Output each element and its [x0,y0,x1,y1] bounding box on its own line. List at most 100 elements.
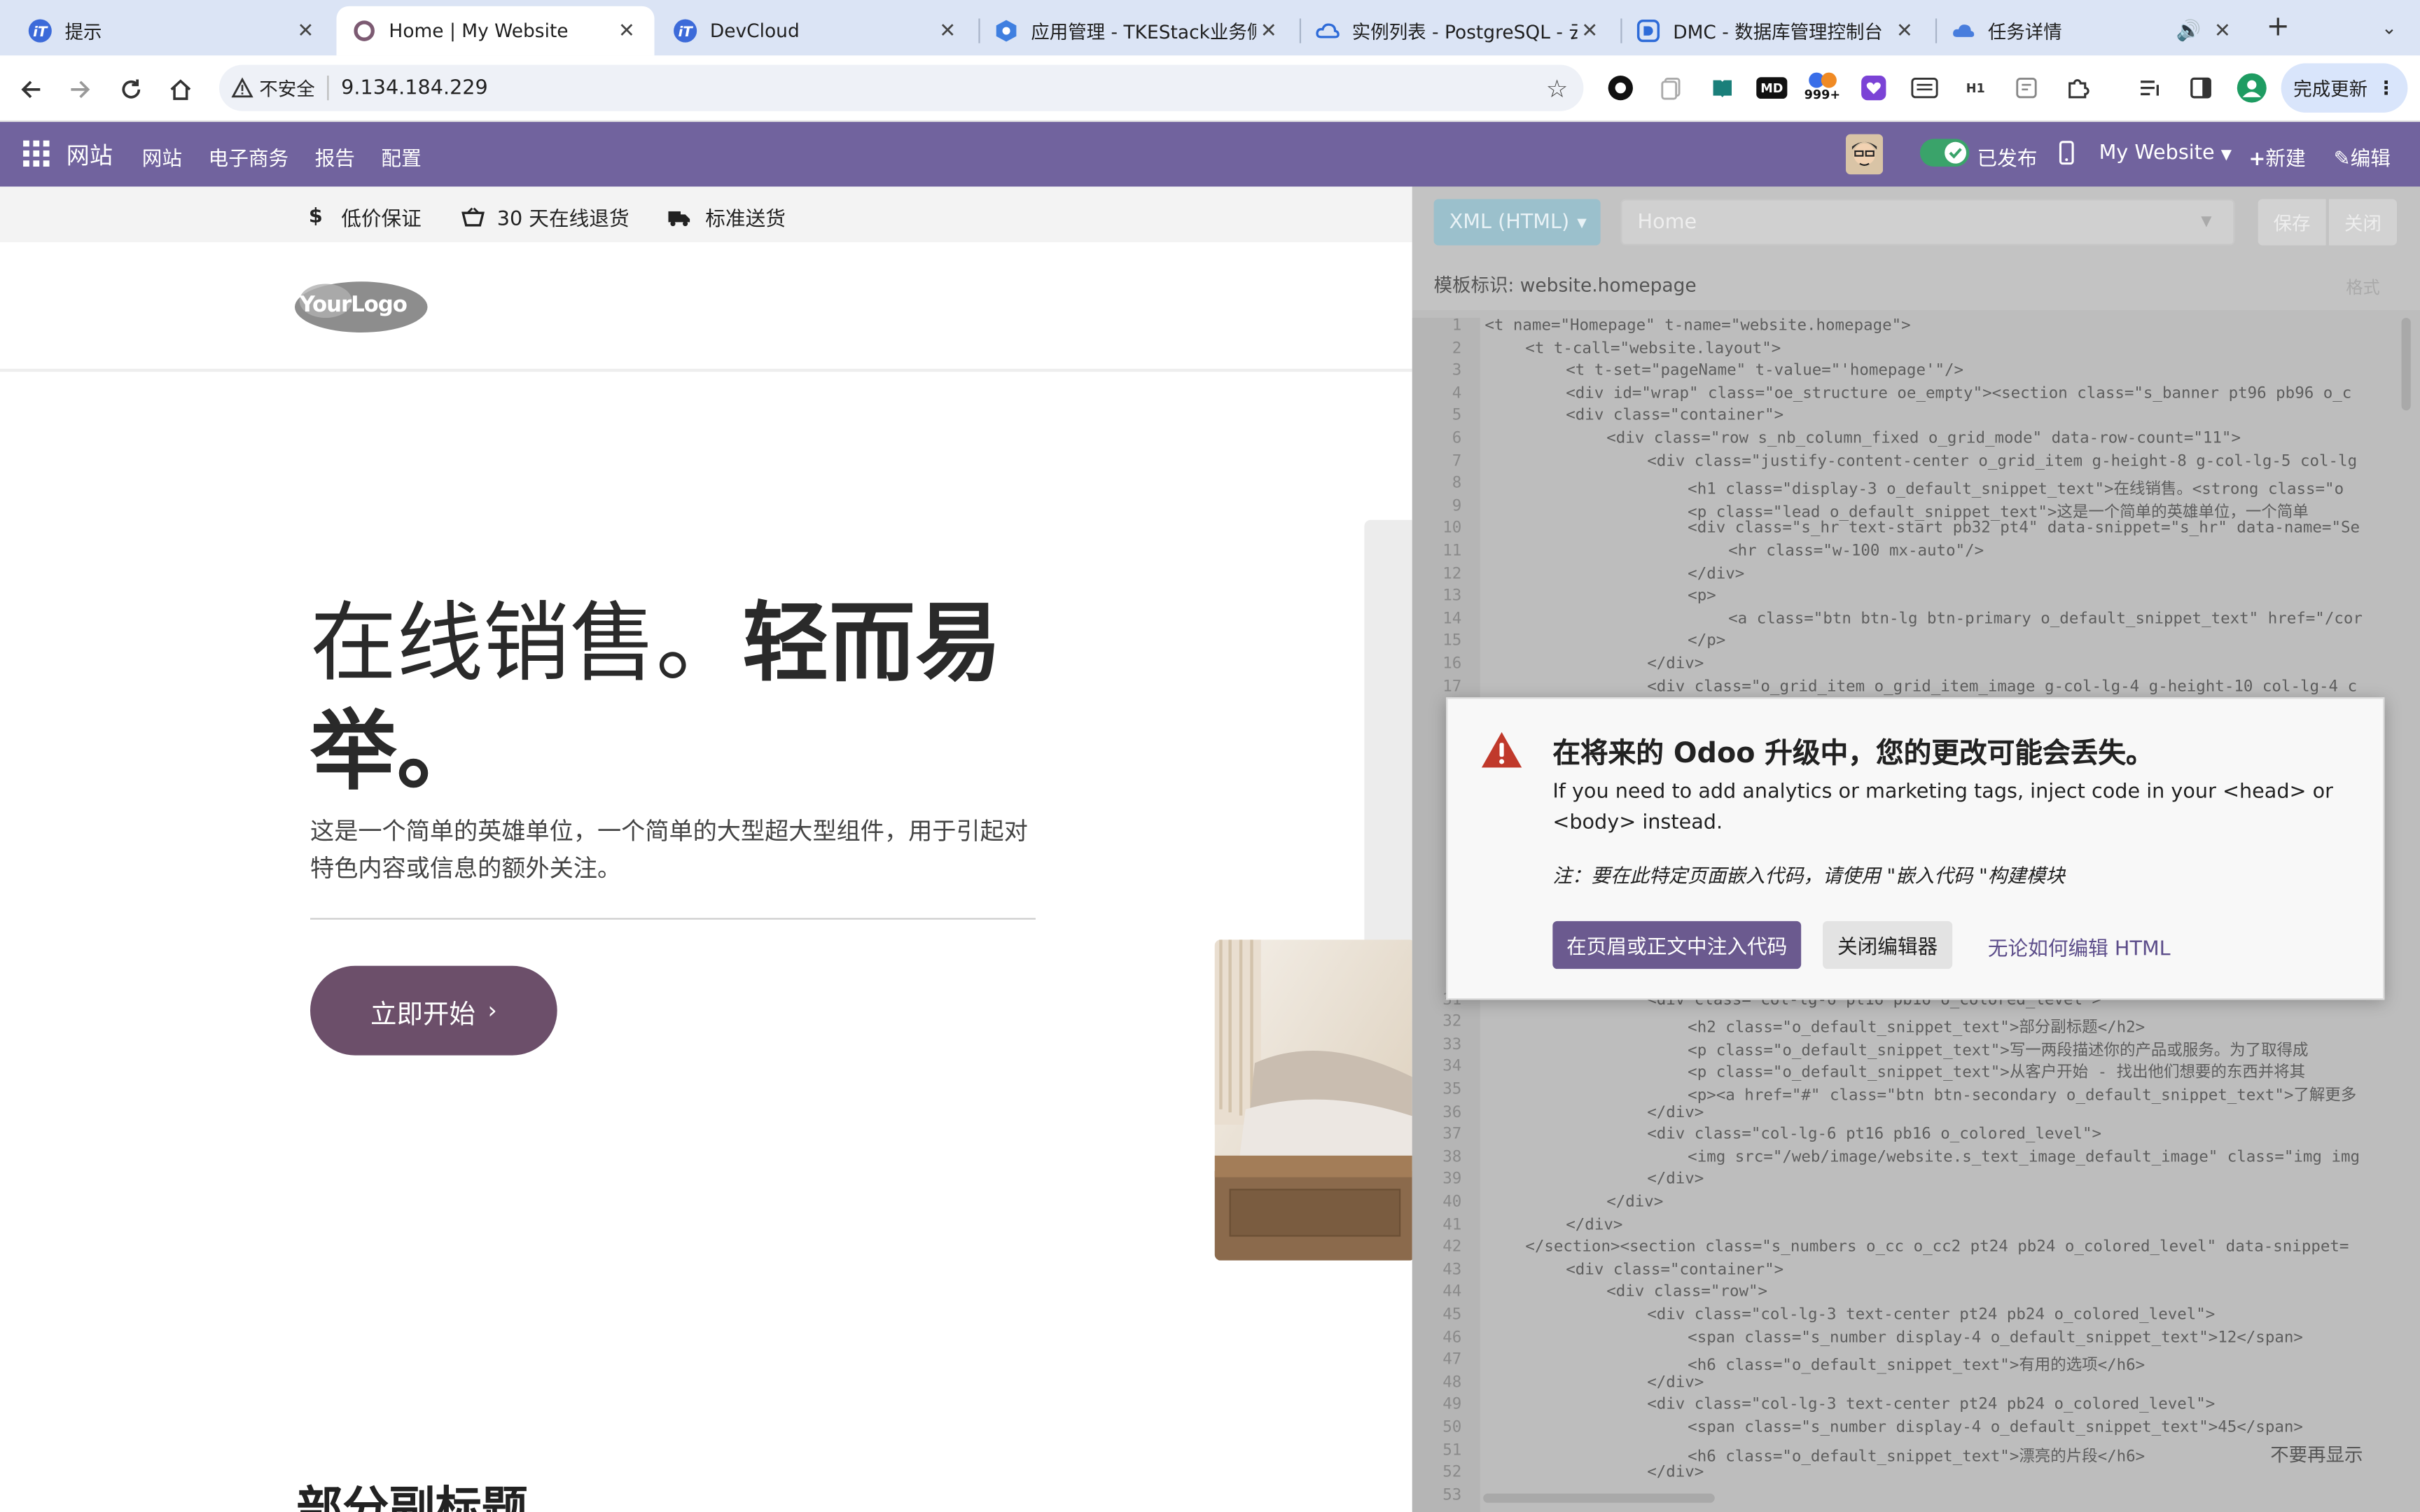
code-line[interactable]: <h6 class="o_default_snippet_text">漂亮的片段… [1688,1442,2145,1465]
code-line[interactable]: <p class="lead o_default_snippet_text">这… [1688,498,2308,521]
code-line[interactable]: <div class="col-lg-6 pt16 pb16 o_colored… [1647,1126,2101,1149]
code-line[interactable]: <p class="o_default_snippet_text">从客户开始 … [1688,1059,2305,1082]
warning-triangle-icon[interactable] [231,77,253,99]
tab-search-chevron-icon[interactable]: ⌄ [2374,13,2405,43]
code-line[interactable]: <div class="row"> [1606,1284,1767,1306]
extension-copy-icon[interactable] [1656,73,1687,104]
code-line[interactable]: <div class="row s_nb_column_fixed o_grid… [1606,430,2241,453]
format-button[interactable]: 格式 [2346,274,2379,299]
close-tab-icon[interactable]: ✕ [1892,20,1917,43]
code-line[interactable]: <span class="s_number display-4 o_defaul… [1688,1329,2303,1352]
code-line[interactable]: </div> [1647,1374,1704,1396]
home-icon[interactable] [162,71,199,108]
edit-html-anyway-link[interactable]: 无论如何编辑 HTML [1988,932,2171,961]
code-line[interactable]: </div> [1647,1464,1704,1487]
speaker-icon[interactable]: 🔊 [2176,20,2202,43]
tab-devcloud[interactable]: iT DevCloud ✕ [658,6,975,56]
code-line[interactable]: <h6 class="o_default_snippet_text">有用的选项… [1688,1352,2145,1375]
horizontal-scrollbar[interactable] [1480,1490,2402,1506]
reading-list-icon[interactable] [2134,73,2165,104]
extension-badge-icon[interactable]: 999+ [1802,72,1842,104]
tab-dmc[interactable]: DMC - 数据库管理控制台 ✕ [1620,6,1932,56]
tab-tkestack[interactable]: 应用管理 - TKEStack业务侧 ✕ [978,6,1296,56]
code-line[interactable]: <h2 class="o_default_snippet_text">部分副标题… [1688,1014,2145,1037]
reload-icon[interactable] [113,71,150,108]
code-line[interactable]: </div> [1647,656,1704,678]
tab-home-my-website[interactable]: Home | My Website ✕ [336,6,655,56]
close-tab-icon[interactable]: ✕ [293,20,318,43]
profile-avatar-icon[interactable] [2237,73,2267,104]
published-label[interactable]: 已发布 [1977,142,2037,172]
code-line[interactable]: <h1 class="display-3 o_default_snippet_t… [1688,475,2344,498]
new-tab-plus-icon[interactable]: + [2262,12,2293,43]
get-started-button[interactable]: 立即开始 › [310,965,557,1056]
inject-code-button[interactable]: 在页眉或正文中注入代码 [1552,920,1802,969]
vertical-scrollbar[interactable] [2398,318,2414,1506]
address-bar[interactable]: 不安全 9.134.184.229 ☆ [218,64,1584,111]
close-tab-icon[interactable]: ✕ [1256,20,1281,43]
close-button[interactable]: 关闭 [2328,199,2397,246]
code-line[interactable]: <p><a href="#" class="btn btn-secondary … [1688,1082,2356,1105]
extension-doc-icon[interactable] [2011,73,2042,104]
page-select[interactable]: Home ▼ [1620,199,2235,246]
close-tab-icon[interactable]: ✕ [614,20,639,43]
save-button[interactable]: 保存 [2258,199,2326,246]
logo[interactable]: YourLogo [294,281,429,333]
side-panel-icon[interactable] [2185,73,2216,104]
app-name[interactable]: 网站 [67,139,113,171]
code-line[interactable]: <a class="btn btn-lg btn-primary o_defau… [1728,610,2363,633]
code-line[interactable]: </div> [1566,1217,1622,1239]
close-tab-icon[interactable]: ✕ [1578,20,1602,43]
code-line[interactable]: <div class="col-lg-3 text-center pt24 pb… [1647,1307,2215,1329]
mobile-preview-icon[interactable] [2059,141,2074,172]
code-line[interactable]: </div> [1688,566,1744,588]
more-menu-icon[interactable]: ⋮ [2377,77,2395,99]
close-tab-icon[interactable]: ✕ [936,20,960,43]
code-line[interactable]: <t t-set="pageName" t-value="'homepage'"… [1566,363,1963,385]
avatar[interactable] [1846,134,1884,175]
code-line[interactable]: </div> [1647,1104,1704,1126]
tab-tips[interactable]: iT 提示 ✕ [13,6,333,56]
code-line[interactable]: <div class="s_hr text-start pb32 pt4" da… [1688,521,2360,543]
code-line[interactable]: <p class="o_default_snippet_text">写一两段描述… [1688,1036,2308,1059]
forward-icon[interactable] [62,71,99,108]
code-line[interactable]: <t t-call="website.layout"> [1525,340,1781,363]
scroll-thumb[interactable] [2401,318,2411,411]
menu-configuration[interactable]: 配置 [381,142,421,172]
code-line[interactable]: </div> [1606,1194,1663,1217]
extension-heart-icon[interactable] [1858,73,1889,104]
code-line[interactable]: <div class="col-lg-3 text-center pt24 pb… [1647,1396,2215,1419]
code-line[interactable]: </p> [1688,634,1725,656]
url-text[interactable]: 9.134.184.229 [341,76,488,99]
code-line[interactable]: <span class="s_number display-4 o_defaul… [1688,1420,2303,1442]
extension-book-icon[interactable] [1707,73,1738,104]
menu-reports[interactable]: 报告 [315,142,355,172]
code-line[interactable]: <div class="container"> [1566,408,1783,430]
edit-button[interactable]: ✎编辑 [2334,142,2391,172]
new-button[interactable]: +新建 [2248,142,2305,172]
site-selector[interactable]: My Website ▼ [2099,142,2232,165]
code-line[interactable]: <img src="/web/image/website.s_text_imag… [1688,1149,2360,1171]
code-line[interactable]: <div id="wrap" class="oe_structure oe_em… [1566,386,2351,408]
update-chrome-button[interactable]: 完成更新 ⋮ [2281,63,2408,113]
code-line[interactable]: </section><section class="s_numbers o_cc… [1525,1239,2349,1261]
tab-postgresql[interactable]: 实例列表 - PostgreSQL - 云 ✕ [1300,6,1618,56]
star-bookmark-icon[interactable]: ☆ [1546,74,1569,103]
close-editor-button[interactable]: 关闭编辑器 [1823,920,1953,969]
code-line[interactable]: <hr class="w-100 mx-auto"/> [1728,543,1984,566]
code-line[interactable]: </div> [1647,1172,1704,1194]
published-toggle[interactable] [1919,139,1970,167]
extension-markdown-icon[interactable]: MD [1756,77,1788,99]
menu-ecommerce[interactable]: 电子商务 [209,142,289,172]
app-grid-icon[interactable] [23,140,50,173]
extension-reader-icon[interactable] [1909,73,1940,104]
security-label[interactable]: 不安全 [259,75,314,101]
code-line[interactable]: <div class="container"> [1566,1261,1783,1284]
close-tab-icon[interactable]: ✕ [2210,20,2234,43]
dont-show-again-link[interactable]: 不要再显示 [2270,1441,2363,1467]
code-line[interactable]: <p> [1688,588,1716,610]
back-icon[interactable] [13,71,50,108]
menu-website[interactable]: 网站 [142,142,182,172]
code-line[interactable]: <div class="justify-content-center o_gri… [1647,453,2357,475]
tab-task-detail[interactable]: 任务详情 🔊 ✕ [1935,6,2251,56]
